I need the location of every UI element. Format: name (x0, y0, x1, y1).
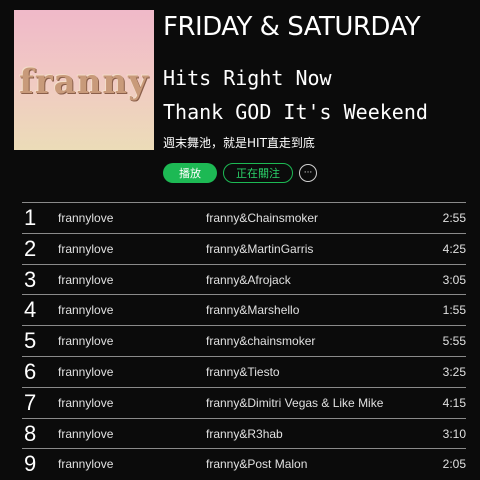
track-number: 3 (24, 266, 37, 292)
track-artist[interactable]: frannylove (58, 427, 113, 441)
track-artist[interactable]: frannylove (58, 211, 113, 225)
track-artist[interactable]: frannylove (58, 457, 113, 471)
more-options-icon[interactable]: ··· (299, 164, 317, 182)
track-artist[interactable]: frannylove (58, 334, 113, 348)
track-row[interactable]: 3 frannylove franny&Afrojack 3:05 (22, 263, 466, 295)
track-title[interactable]: franny&Chainsmoker (206, 211, 318, 225)
track-number: 1 (24, 205, 37, 230)
playlist-title: FRIDAY & SATURDAY (163, 12, 421, 42)
track-number: 7 (24, 389, 37, 415)
track-artist[interactable]: frannylove (58, 365, 113, 379)
track-row[interactable]: 9 frannylove franny&Post Malon 2:05 (22, 448, 466, 479)
track-duration: 2:05 (442, 457, 466, 472)
playlist-description-line1: Hits Right Now (163, 66, 332, 90)
track-number: 8 (24, 420, 37, 446)
track-list: 1 frannylove franny&Chainsmoker 2:55 2 f… (22, 202, 466, 479)
track-number: 5 (24, 328, 37, 354)
track-row[interactable]: 2 frannylove franny&MartinGarris 4:25 (22, 232, 466, 264)
track-row[interactable]: 7 frannylove franny&Dimitri Vegas & Like… (22, 386, 466, 418)
track-title[interactable]: franny&Post Malon (206, 457, 307, 471)
track-duration: 4:25 (442, 241, 466, 256)
track-title[interactable]: franny&MartinGarris (206, 242, 313, 256)
following-button[interactable]: 正在關注 (223, 163, 293, 183)
track-row[interactable]: 6 frannylove franny&Tiesto 3:25 (22, 355, 466, 387)
track-duration: 1:55 (442, 303, 466, 318)
track-title[interactable]: franny&Tiesto (206, 365, 280, 379)
track-row[interactable]: 1 frannylove franny&Chainsmoker 2:55 (22, 202, 466, 233)
track-artist[interactable]: frannylove (58, 273, 113, 287)
track-duration: 3:25 (442, 364, 466, 379)
track-row[interactable]: 5 frannylove franny&chainsmoker 5:55 (22, 325, 466, 356)
track-duration: 2:55 (442, 211, 466, 225)
track-duration: 3:05 (442, 272, 466, 287)
track-row[interactable]: 8 frannylove franny&R3hab 3:10 (22, 417, 466, 449)
track-artist[interactable]: frannylove (58, 242, 113, 256)
track-title[interactable]: franny&R3hab (206, 427, 283, 441)
track-title[interactable]: franny&Marshello (206, 303, 299, 317)
track-number: 6 (24, 358, 37, 384)
track-number: 9 (24, 451, 37, 477)
playlist-cover[interactable]: franny (14, 10, 154, 150)
play-button[interactable]: 播放 (163, 163, 217, 183)
track-title[interactable]: franny&Afrojack (206, 273, 291, 287)
track-number: 2 (24, 235, 37, 261)
track-duration: 3:10 (442, 426, 466, 441)
track-artist[interactable]: frannylove (58, 303, 113, 317)
cover-logo-text: franny (19, 62, 149, 102)
track-title[interactable]: franny&chainsmoker (206, 334, 315, 348)
playlist-description-cn: 週末舞池，就是HIT直走到底 (163, 136, 315, 150)
track-number: 4 (24, 297, 37, 323)
playlist-description-line2: Thank GOD It's Weekend (163, 100, 428, 124)
track-title[interactable]: franny&Dimitri Vegas & Like Mike (206, 396, 383, 410)
track-artist[interactable]: frannylove (58, 396, 113, 410)
track-duration: 5:55 (442, 334, 466, 349)
track-duration: 4:15 (442, 395, 466, 410)
track-row[interactable]: 4 frannylove franny&Marshello 1:55 (22, 294, 466, 325)
